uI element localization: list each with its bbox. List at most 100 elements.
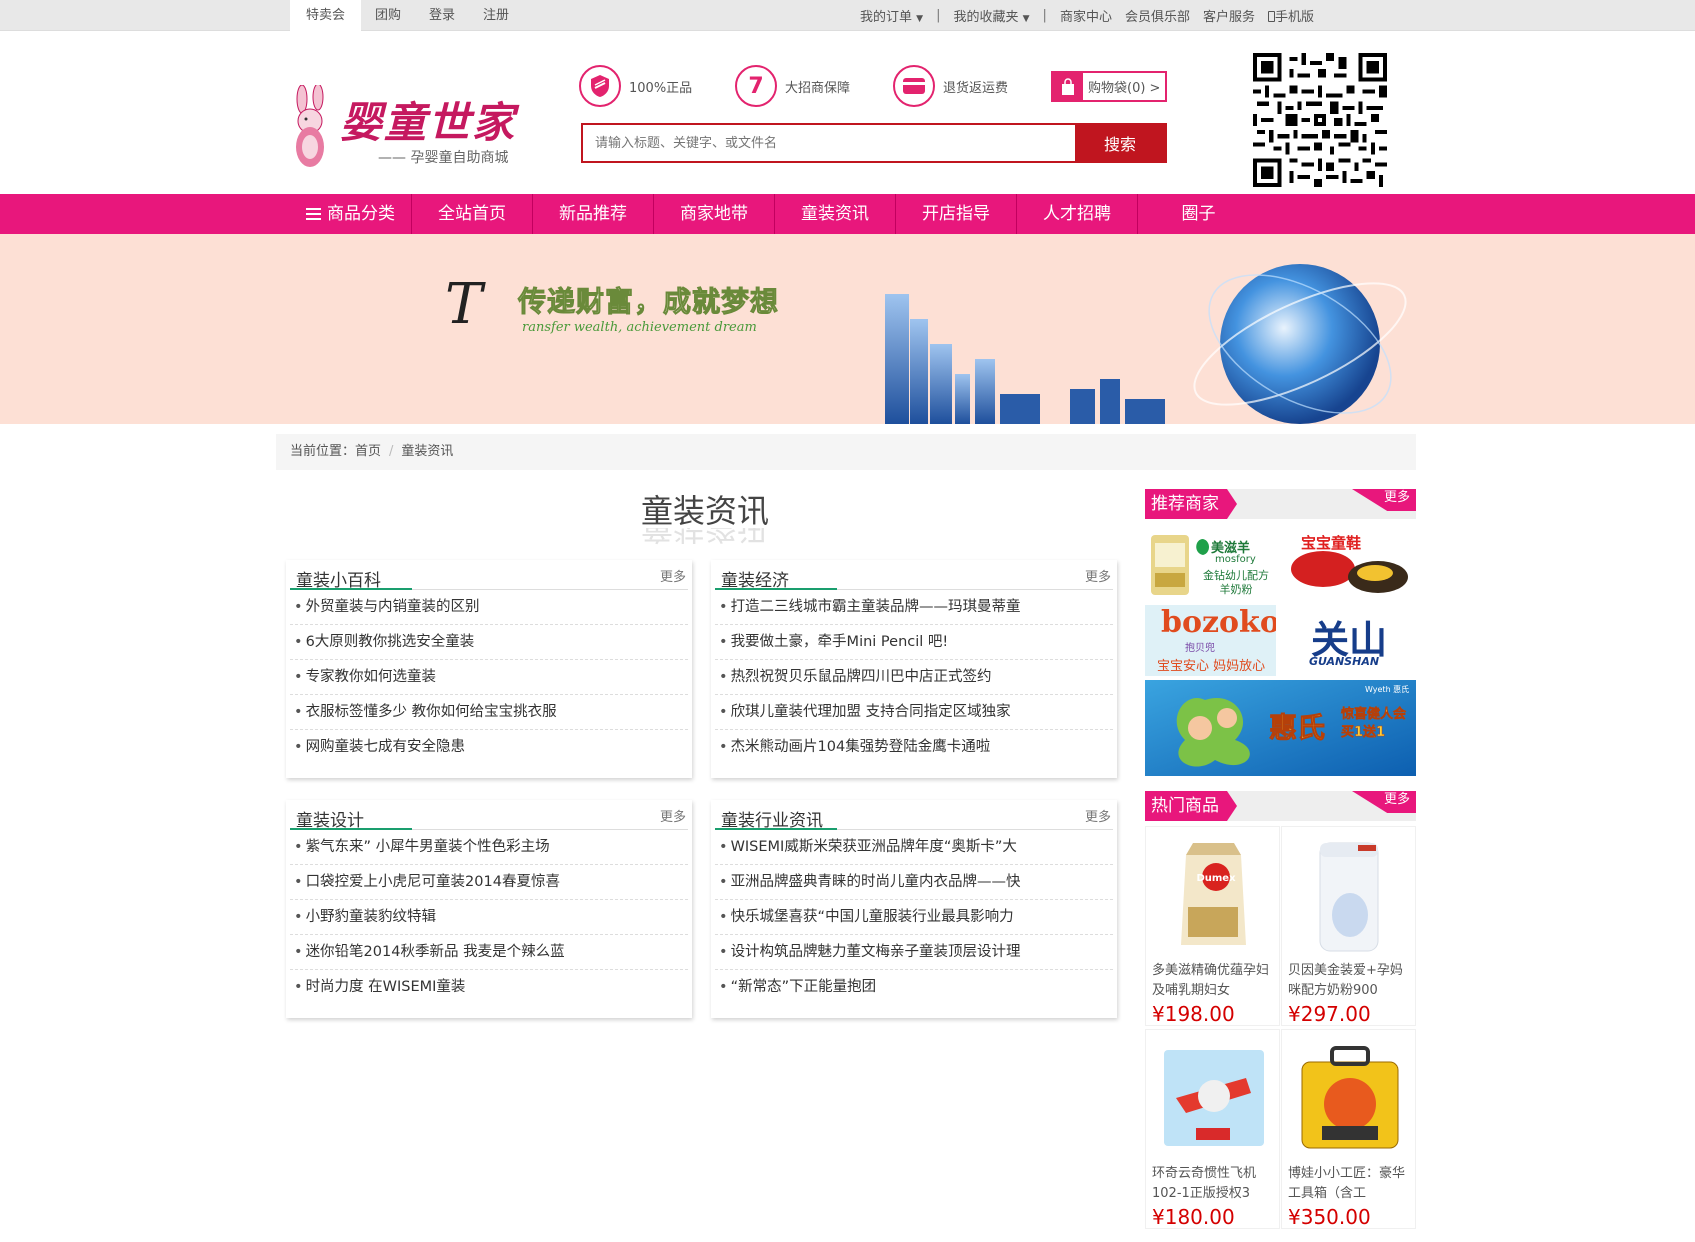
top-link-groupbuy[interactable]: 团购: [361, 0, 415, 31]
news-box-encyclopedia: 童装小百科更多 外贸童装与内销童装的区别 6大原则教你挑选安全童装 专家教你如何…: [286, 560, 692, 778]
more-link[interactable]: 更多: [660, 806, 686, 825]
list-item[interactable]: 紫气东来” 小犀牛男童装个性色彩主场: [290, 830, 688, 865]
card-icon: [893, 65, 935, 107]
list-item[interactable]: 快乐城堡喜获“中国儿童服装行业最具影响力: [715, 900, 1113, 935]
section-tag: 热门商品: [1145, 791, 1237, 821]
top-link-register[interactable]: 注册: [469, 0, 523, 31]
product-name: 多美滋精确优蕴孕妇及哺乳期妇女: [1152, 963, 1270, 998]
list-item[interactable]: 杰米熊动画片104集强势登陆金鹰卡通啦: [715, 730, 1113, 765]
wyeth-ad[interactable]: Wyeth 惠氏 惠氏 惊喜健人会 买1送1: [1145, 680, 1416, 776]
banner-slogan-en: ransfer wealth, achievement dream: [522, 320, 757, 335]
list-item[interactable]: 衣服标签懂多少 教你如何给宝宝挑衣服: [290, 695, 688, 730]
product-price: ¥198.00: [1152, 1002, 1235, 1026]
divider: |: [936, 8, 941, 23]
feature-guarantee: 7 大招商保障: [735, 64, 850, 108]
list-item[interactable]: 欣琪儿童装代理加盟 支持合同指定区域独家: [715, 695, 1113, 730]
more-link[interactable]: 更多: [1352, 791, 1416, 813]
list-item[interactable]: 专家教你如何选童装: [290, 660, 688, 695]
news-box-design: 童装设计更多 紫气东来” 小犀牛男童装个性色彩主场 口袋控爱上小虎尼可童装201…: [286, 800, 692, 1018]
nav-home[interactable]: 全站首页: [412, 194, 533, 234]
breadcrumb-home[interactable]: 首页: [355, 444, 381, 459]
more-link[interactable]: 更多: [660, 566, 686, 585]
cart-button[interactable]: 购物袋(0) >: [1051, 71, 1167, 102]
brand-mosfory[interactable]: 美滋羊 mosfory 金钻幼儿配方羊奶粉: [1145, 529, 1276, 600]
page-title-reflection: 童装资讯: [640, 528, 769, 547]
list-item[interactable]: 时尚力度 在WISEMI童装: [290, 970, 688, 1005]
nav-store-guide[interactable]: 开店指导: [896, 194, 1017, 234]
my-favorites-dropdown[interactable]: 我的收藏夹 ▼: [953, 6, 1029, 25]
list-item[interactable]: 外贸童装与内销童装的区别: [290, 590, 688, 625]
product-card[interactable]: 环奇云奇惯性飞机102-1正版授权3 ¥180.00: [1145, 1029, 1280, 1229]
product-image: Dumex: [1181, 843, 1246, 945]
brand-tagline: 金钻幼儿配方羊奶粉: [1203, 569, 1269, 596]
brand-sub: 抱贝兜: [1185, 643, 1215, 654]
list-item[interactable]: 网购童装七成有安全隐患: [290, 730, 688, 765]
caret-down-icon: ▼: [1022, 14, 1030, 24]
product-image: [1301, 1046, 1399, 1149]
banner[interactable]: T 传递财富，成就梦想 ransfer wealth, achievement …: [0, 234, 1695, 424]
recommended-merchants-header: 推荐商家 更多: [1145, 489, 1416, 519]
qr-code: [1253, 53, 1387, 187]
news-box-industry: 童装行业资讯更多 WISEMI威斯米荣获亚洲品牌年度“奥斯卡”大 亚洲品牌盛典青…: [711, 800, 1117, 1018]
list-item[interactable]: 打造二三线城市霸主童装品牌——玛琪曼蒂童: [715, 590, 1113, 625]
product-price: ¥297.00: [1288, 1002, 1371, 1026]
list-item[interactable]: 设计构筑品牌魅力董文梅亲子童装顶层设计理: [715, 935, 1113, 970]
nav-news[interactable]: 童装资讯: [775, 194, 896, 234]
product-card[interactable]: 博娃小小工匠：豪华工具箱（含工 ¥350.00: [1281, 1029, 1416, 1229]
product-card[interactable]: 贝因美金装爱+孕妈咪配方奶粉900 ¥297.00: [1281, 826, 1416, 1026]
customer-service-link[interactable]: 客户服务: [1203, 6, 1255, 25]
list-item[interactable]: 迷你铅笔2014秋季新品 我麦是个辣么蓝: [290, 935, 688, 970]
title-underline: [715, 588, 837, 590]
nav-jobs[interactable]: 人才招聘: [1017, 194, 1138, 234]
title-underline: [290, 828, 412, 830]
list-item[interactable]: 亚洲品牌盛典青睐的时尚儿童内衣品牌——快: [715, 865, 1113, 900]
list-item[interactable]: WISEMI威斯米荣获亚洲品牌年度“奥斯卡”大: [715, 830, 1113, 865]
breadcrumb: 当前位置：首页 / 童装资讯: [276, 434, 1416, 470]
merchant-center-link[interactable]: 商家中心: [1060, 6, 1112, 25]
list-item[interactable]: “新常态”下正能量抱团: [715, 970, 1113, 1005]
product-card[interactable]: Dumex 多美滋精确优蕴孕妇及哺乳期妇女 ¥198.00: [1145, 826, 1280, 1026]
my-orders-label: 我的订单: [860, 10, 913, 25]
site-logo[interactable]: 婴童世家 —— 孕婴童自助商城: [288, 85, 533, 171]
product-price: ¥350.00: [1288, 1205, 1371, 1229]
brand-sub: mosfory: [1215, 554, 1256, 565]
feature-label: 大招商保障: [785, 80, 851, 96]
product-image: [1319, 842, 1379, 952]
more-label: 更多: [1383, 792, 1410, 807]
list-item[interactable]: 我要做土豪，牵手Mini Pencil 吧!: [715, 625, 1113, 660]
more-link[interactable]: 更多: [1085, 566, 1111, 585]
my-orders-dropdown[interactable]: 我的订单 ▼: [860, 6, 923, 25]
more-link[interactable]: 更多: [1352, 489, 1416, 511]
member-club-link[interactable]: 会员俱乐部: [1125, 6, 1190, 25]
nav-circle[interactable]: 圈子: [1138, 194, 1259, 234]
nav-merchants[interactable]: 商家地带: [654, 194, 775, 234]
hot-products-header: 热门商品 更多: [1145, 791, 1416, 821]
banner-art: [885, 264, 1407, 424]
list-item[interactable]: 口袋控爱上小虎尼可童装2014春夏惊喜: [290, 865, 688, 900]
news-box-economy: 童装经济更多 打造二三线城市霸主童装品牌——玛琪曼蒂童 我要做土豪，牵手Mini…: [711, 560, 1117, 778]
nav-new-arrivals[interactable]: 新品推荐: [533, 194, 654, 234]
shopping-bag-icon: [1053, 73, 1083, 100]
list-item[interactable]: 热烈祝贺贝乐鼠品牌四川巴中店正式签约: [715, 660, 1113, 695]
feature-label: 100%正品: [629, 80, 693, 96]
search-input[interactable]: [583, 125, 1075, 161]
search-button[interactable]: 搜索: [1075, 125, 1165, 161]
product-image: [1164, 1050, 1264, 1146]
more-link[interactable]: 更多: [1085, 806, 1111, 825]
brand-tagline: 宝宝安心 妈妈放心: [1157, 659, 1266, 674]
brand-bozoko[interactable]: bozoko 抱贝兜 宝宝安心 妈妈放心: [1145, 605, 1276, 676]
top-bar: 特卖会 团购 登录 注册 我的订单 ▼ | 我的收藏夹 ▼ | 商家中心 会员俱…: [0, 0, 1695, 31]
top-bar-right: 我的订单 ▼ | 我的收藏夹 ▼ | 商家中心 会员俱乐部 客户服务 手机版: [860, 0, 1327, 31]
search-bar: 搜索: [581, 123, 1167, 163]
breadcrumb-separator: /: [389, 444, 394, 459]
mobile-link[interactable]: 手机版: [1267, 6, 1314, 25]
list-item[interactable]: 6大原则教你挑选安全童装: [290, 625, 688, 660]
list-item[interactable]: 小野豹童装豹纹特辑: [290, 900, 688, 935]
top-link-sale[interactable]: 特卖会: [290, 0, 362, 31]
brand-baby-shoes[interactable]: 宝宝童鞋: [1283, 529, 1414, 600]
nav-categories[interactable]: 商品分类: [290, 194, 412, 234]
top-bar-left: 特卖会 团购 登录 注册: [290, 0, 523, 31]
breadcrumb-prefix: 当前位置：: [290, 444, 356, 459]
top-link-login[interactable]: 登录: [415, 0, 469, 31]
brand-guanshan[interactable]: 关山 GUANSHAN: [1283, 605, 1414, 676]
